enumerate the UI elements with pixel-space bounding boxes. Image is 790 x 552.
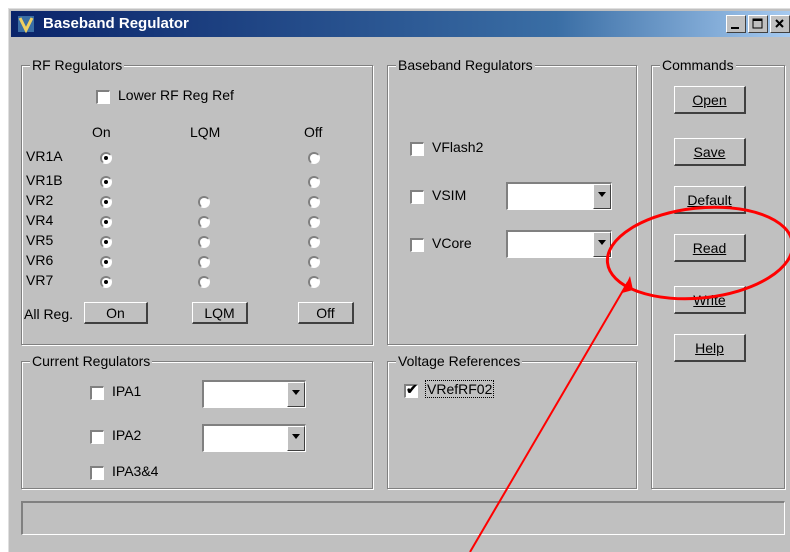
annotation-overlay [469,205,790,552]
highlight-ellipse [605,205,790,301]
annotation-arrow [469,281,629,552]
